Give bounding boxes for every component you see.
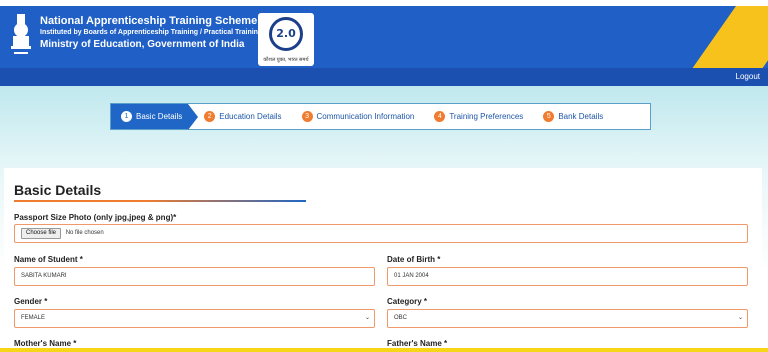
student-name-label: Name of Student *: [14, 255, 83, 264]
bottom-bar: [0, 348, 768, 352]
header-decoration: [672, 6, 768, 68]
nats-logo-tagline: कौशल युक्त, भारत समर्थ: [263, 57, 309, 63]
gender-value: FEMALE: [21, 315, 46, 321]
chevron-down-icon: ⌄: [737, 315, 743, 321]
step-label: Basic Details: [136, 112, 183, 121]
father-name-label: Father's Name *: [387, 339, 448, 348]
site-header: National Apprenticeship Training Scheme …: [0, 6, 768, 68]
step-education-details[interactable]: 2 Education Details: [188, 104, 291, 129]
step-number: 4: [434, 111, 446, 122]
category-value: OBC: [394, 315, 408, 321]
photo-upload-field[interactable]: Choose file No file chosen: [14, 224, 748, 243]
national-emblem-icon: [11, 14, 31, 54]
category-label: Category *: [387, 297, 428, 306]
gender-select[interactable]: FEMALE ⌄: [14, 309, 375, 328]
dob-input[interactable]: 01 JAN 2004: [387, 267, 748, 286]
choose-file-button[interactable]: Choose file: [21, 228, 62, 239]
step-number: 2: [204, 111, 216, 122]
form-stepper: 1 Basic Details 2 Education Details 3 Co…: [110, 103, 651, 130]
step-basic-details[interactable]: 1 Basic Details: [111, 104, 199, 130]
nats-logo: 2.0 कौशल युक्त, भारत समर्थ: [258, 13, 314, 66]
file-status: No file chosen: [65, 230, 104, 236]
navbar: Logout: [0, 68, 768, 86]
logout-link[interactable]: Logout: [736, 72, 760, 81]
chevron-down-icon: ⌄: [364, 315, 370, 321]
step-label: Training Preferences: [449, 112, 524, 121]
step-label: Education Details: [219, 112, 282, 121]
step-label: Bank Details: [558, 112, 604, 121]
category-select[interactable]: OBC ⌄: [387, 309, 748, 328]
photo-label: Passport Size Photo (only jpg,jpeg & png…: [14, 213, 177, 222]
student-name-input[interactable]: SABITA KUMARI: [14, 267, 375, 286]
gender-label: Gender *: [14, 297, 48, 306]
step-bank-details[interactable]: 5 Bank Details: [533, 104, 613, 129]
step-number: 1: [121, 111, 132, 122]
dob-label: Date of Birth *: [387, 255, 441, 264]
mother-name-label: Mother's Name *: [14, 339, 77, 348]
section-title-underline: [14, 200, 306, 202]
step-number: 5: [543, 111, 555, 122]
step-training-preferences[interactable]: 4 Training Preferences: [424, 104, 533, 129]
section-title: Basic Details: [14, 182, 102, 198]
nats-logo-version: 2.0: [276, 27, 296, 40]
step-label: Communication Information: [316, 112, 415, 121]
step-communication-information[interactable]: 3 Communication Information: [292, 104, 425, 129]
basic-details-card: Basic Details Passport Size Photo (only …: [4, 168, 762, 352]
step-number: 3: [301, 111, 313, 122]
